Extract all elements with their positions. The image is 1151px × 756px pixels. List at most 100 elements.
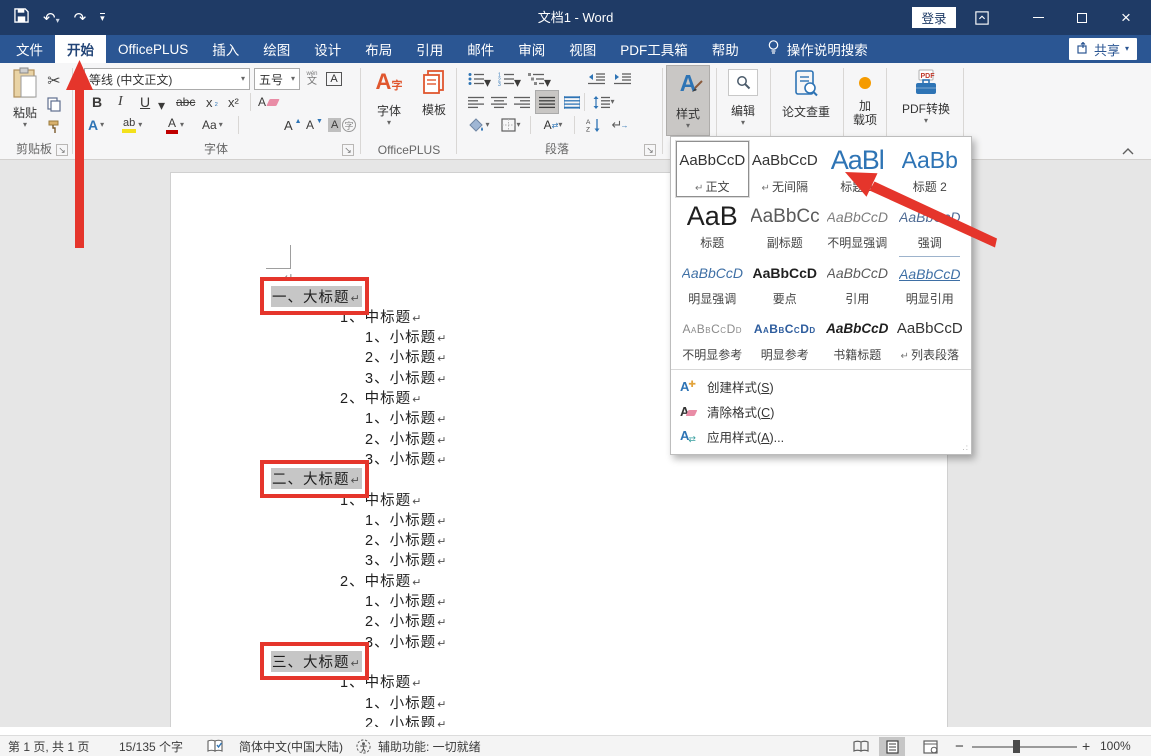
document-area[interactable]: ↵ 一、大标题↵ 1、中标题↵ 1、小标题↵ 2、小标题↵ 3、小标题↵ 2、中标题↵ 1、… [0,160,1151,737]
paste-button[interactable]: 粘贴 ▾ [6,67,44,129]
doc-line[interactable]: 3、小标题↵ [364,550,448,570]
doc-line[interactable]: 2、小标题↵ [364,611,448,631]
style-item[interactable]: AaB 标题 [676,197,749,253]
style-item[interactable]: AaBbCcD ↵ 正文 [675,140,750,198]
bullets-icon[interactable] [466,69,486,89]
style-item[interactable]: AaBbCcD 要点 [749,253,822,309]
clipboard-dialog-launcher[interactable]: ↘ [56,144,68,156]
decrease-indent-icon[interactable] [586,69,606,89]
undo-icon[interactable]: ↶▾ [43,9,60,27]
zoom-out-button[interactable]: − [955,736,964,756]
doc-line[interactable]: 2、中标题↵ [339,388,423,408]
style-menu-item[interactable]: A 清除格式(C) [671,399,971,424]
style-item[interactable]: AaBbCcDd 不明显参考 [676,309,749,365]
enclose-characters-icon[interactable]: 字 [342,115,356,135]
phonetic-guide-icon[interactable]: wén 文 [303,69,321,89]
style-item[interactable]: AaBbCcDd 明显参考 [749,309,822,365]
tab-绘图[interactable]: 绘图 [251,35,302,63]
show-marks-icon[interactable]: ↵ → [610,115,630,135]
word-count[interactable]: 15/135 个字 [119,736,183,756]
copy-icon[interactable] [44,94,64,114]
borders-icon[interactable]: ▾ [498,115,524,135]
paragraph-dialog-launcher[interactable]: ↘ [644,144,656,156]
save-icon[interactable] [14,8,29,27]
tab-开始[interactable]: 开始 [55,35,106,63]
style-item[interactable]: AaBbCcD 不明显强调 [821,197,894,253]
tab-设计[interactable]: 设计 [302,35,353,63]
style-item[interactable]: AaBbCcD 书籍标题 [821,309,894,365]
login-button[interactable]: 登录 [912,7,956,28]
style-menu-item[interactable]: A ✚ 创建样式(S) [671,374,971,399]
superscript-icon[interactable]: x² [228,92,239,112]
doc-line[interactable]: 1、小标题↵ [364,692,448,712]
doc-line[interactable]: 二、大标题↵ [260,459,369,498]
tab-文件[interactable]: 文件 [4,35,55,63]
zoom-slider-thumb[interactable] [1013,740,1020,753]
proofing-icon[interactable] [207,736,223,756]
style-item[interactable]: AaBb 标题 2 [894,141,967,197]
doc-line[interactable]: 一、大标题↵ [260,277,369,315]
doc-line[interactable]: 1、小标题↵ [364,408,448,428]
officeplus-font-button[interactable]: A字 字体 ▾ [368,69,410,127]
align-left-icon[interactable] [466,92,486,112]
pdf-convert-button[interactable]: PDF PDF转换 ▾ [894,69,958,125]
numbering-dropdown-icon[interactable]: ▾ [514,72,521,92]
customize-quick-access-icon[interactable]: ▾ [100,12,105,23]
underline-icon[interactable]: U [140,92,150,112]
line-spacing-icon[interactable]: ▾ [592,92,616,112]
character-border-icon[interactable]: A [324,69,344,89]
font-size-combo[interactable]: 五号 ▾ [254,68,300,90]
doc-line[interactable]: 3、小标题↵ [364,448,448,468]
language-indicator[interactable]: 简体中文(中国大陆) [239,736,343,756]
close-button[interactable]: × [1106,0,1146,35]
numbering-icon[interactable]: 123 [496,69,516,89]
doc-line[interactable]: 三、大标题↵ [260,642,369,681]
sort-icon[interactable]: AZ [582,115,604,135]
highlight-color-icon[interactable]: ab ▾ [122,115,142,135]
style-item[interactable]: AaBl 标题 1 [821,141,894,197]
maximize-button[interactable] [1062,0,1102,35]
tab-PDF工具箱[interactable]: PDF工具箱 [608,35,700,63]
font-color-icon[interactable]: A ▾ [166,115,184,135]
tab-邮件[interactable]: 邮件 [455,35,506,63]
text-effects-icon[interactable]: A ▾ [88,115,104,135]
style-item[interactable]: AaBbCcD ↵ 列表段落 [894,309,967,365]
doc-line[interactable]: 1、小标题↵ [364,591,448,611]
paper-check-button[interactable]: 论文查重 [776,69,836,120]
clear-formatting-icon[interactable]: A [258,92,280,112]
style-menu-item[interactable]: A ⇄ 应用样式(A)... [671,424,971,449]
doc-line[interactable]: 1、小标题↵ [364,327,448,347]
page-indicator[interactable]: 第 1 页, 共 1 页 [8,736,89,756]
character-shading-icon[interactable]: A [328,115,342,135]
italic-icon[interactable]: I [118,92,123,112]
minimize-button[interactable] [1018,0,1058,35]
tab-OfficePLUS[interactable]: OfficePLUS [106,35,200,63]
doc-line[interactable]: 2、中标题↵ [339,570,423,590]
format-painter-icon[interactable] [44,116,64,136]
doc-line[interactable]: 3、小标题↵ [364,367,448,387]
cut-icon[interactable]: ✂ [44,71,64,91]
underline-dropdown-icon[interactable]: ▾ [158,95,165,115]
doc-line[interactable]: 2、小标题↵ [364,428,448,448]
multilevel-dropdown-icon[interactable]: ▾ [544,72,551,92]
addins-button[interactable]: 加 载项 [847,69,883,128]
doc-line[interactable]: 1、小标题↵ [364,509,448,529]
subscript-icon[interactable]: x₂ [206,92,218,112]
tab-视图[interactable]: 视图 [557,35,608,63]
panel-resize-grip[interactable]: .: [963,443,969,452]
style-item[interactable]: AaBbCcD 明显引用 [894,253,967,309]
font-dialog-launcher[interactable]: ↘ [342,144,354,156]
edit-button[interactable]: 编辑 ▾ [720,69,766,127]
doc-line[interactable]: 2、小标题↵ [364,347,448,367]
bold-icon[interactable]: B [92,92,102,112]
doc-line[interactable]: 2、小标题↵ [364,530,448,550]
style-item[interactable]: AaBbCcD 引用 [821,253,894,309]
justify-icon[interactable] [535,90,559,114]
officeplus-template-button[interactable]: 模板 [414,69,454,118]
multilevel-list-icon[interactable] [526,69,546,89]
tab-布局[interactable]: 布局 [353,35,404,63]
tab-引用[interactable]: 引用 [404,35,455,63]
style-item[interactable]: AaBbCcD 明显强调 [676,253,749,309]
bullets-dropdown-icon[interactable]: ▾ [484,72,491,92]
distribute-icon[interactable] [562,92,582,112]
